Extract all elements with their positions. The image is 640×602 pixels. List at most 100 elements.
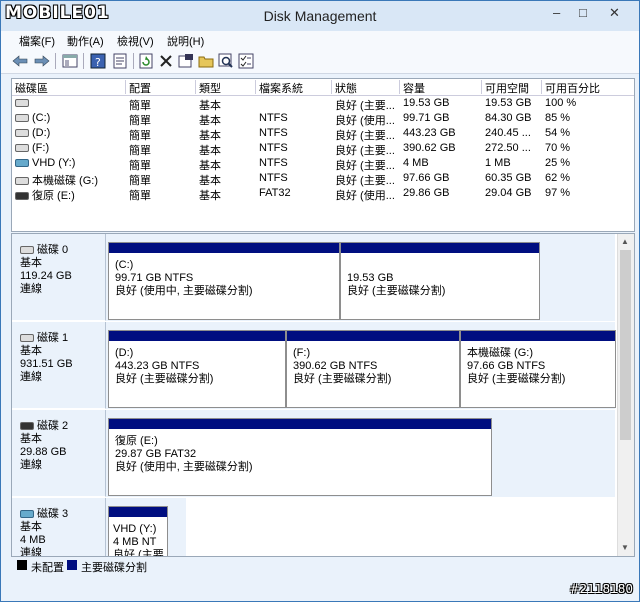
minimize-button[interactable]: – (553, 5, 560, 20)
table-row[interactable]: (C:) 簡單 基本 NTFS 良好 (使用... 99.71 GB 84.30 GB 85 … (12, 111, 634, 127)
cell-pct: 85 % (545, 112, 571, 124)
disk-icon (15, 177, 29, 186)
back-icon[interactable] (11, 52, 29, 70)
disk-icon (20, 246, 34, 255)
partition-status: 良好 (主要 (113, 549, 164, 557)
partition-status: 良好 (主要磁碟分割) (347, 285, 446, 297)
cell-free: 19.53 GB (485, 97, 532, 109)
partition-size: 390.62 GB NTFS (293, 360, 378, 372)
partition-e[interactable]: 復原 (E:) 29.87 GB FAT32 良好 (使用中, 主要磁碟分割) (108, 418, 492, 496)
disk-state: 連線 (20, 459, 42, 471)
col-header-percent-free[interactable]: 可用百分比 (542, 80, 634, 95)
table-row[interactable]: 簡單 基本 良好 (主要... 19.53 GB 19.53 GB 100 % (12, 96, 634, 112)
col-header-status[interactable]: 狀態 (332, 80, 400, 95)
cell-pct: 97 % (545, 187, 571, 199)
primary-partition-bar (109, 243, 339, 253)
help-icon[interactable]: ? (89, 52, 107, 70)
partition-f[interactable]: (F:) 390.62 GB NTFS 良好 (主要磁碟分割) (286, 330, 460, 408)
primary-partition-bar (341, 243, 539, 253)
partition-label: (D:) (115, 347, 134, 359)
partition-size: 97.66 GB NTFS (467, 360, 546, 372)
toolbar: ? (1, 49, 639, 74)
vhd-disk-icon (20, 510, 34, 519)
partition-g[interactable]: 本機磁碟 (G:) 97.66 GB NTFS 良好 (主要磁碟分割) (460, 330, 616, 408)
table-row[interactable]: VHD (Y:) 簡單 基本 NTFS 良好 (主要... 4 MB 1 MB 25 % (12, 156, 634, 172)
scroll-thumb[interactable] (620, 250, 631, 440)
disk-type: 基本 (20, 433, 42, 445)
cell-name: (F:) (15, 142, 125, 154)
close-button[interactable]: ✕ (609, 5, 620, 21)
forward-icon[interactable] (33, 52, 51, 70)
cell-free: 60.35 GB (485, 172, 532, 184)
disk-icon (20, 334, 34, 343)
disk-icon (15, 192, 29, 201)
primary-partition-bar (109, 507, 167, 517)
partition-status: 良好 (使用中, 主要磁碟分割) (115, 461, 253, 473)
partition-unlabeled[interactable]: 19.53 GB 良好 (主要磁碟分割) (340, 242, 540, 320)
console-icon[interactable] (61, 52, 79, 70)
volume-list-header: 磁碟區 配置 類型 檔案系統 狀態 容量 可用空間 可用百分比 (12, 79, 634, 96)
col-header-filesystem[interactable]: 檔案系統 (256, 80, 332, 95)
disk-size: 29.88 GB (20, 446, 67, 458)
scroll-down-icon[interactable]: ▼ (621, 543, 629, 552)
disk-management-window: MOBILE01 Disk Management – □ ✕ 檔案(F) 動作(… (0, 0, 640, 602)
scroll-up-icon[interactable]: ▲ (621, 237, 629, 246)
menu-view[interactable]: 檢視(V) (117, 33, 154, 49)
partition-status: 良好 (使用中, 主要磁碟分割) (115, 285, 253, 297)
table-row[interactable]: 本機磁碟 (G:) 簡單 基本 NTFS 良好 (主要... 97.66 GB 60.35 … (12, 171, 634, 187)
table-row[interactable]: (F:) 簡單 基本 NTFS 良好 (主要... 390.62 GB 272.50 ...… (12, 141, 634, 157)
cell-pct: 100 % (545, 97, 577, 109)
settings-icon[interactable] (177, 52, 195, 70)
disk-0-label[interactable]: 磁碟 0 基本 119.24 GB 連線 (12, 234, 106, 321)
volume-name: (C:) (32, 112, 51, 124)
disk-1-label[interactable]: 磁碟 1 基本 931.51 GB 連線 (12, 322, 106, 409)
cell-capacity: 99.71 GB (403, 112, 450, 124)
folder-open-icon[interactable] (197, 52, 215, 70)
partition-size: 4 MB NT (113, 536, 157, 548)
partition-label: (F:) (293, 347, 311, 359)
cell-free: 272.50 ... (485, 142, 531, 154)
disk-3-label[interactable]: 磁碟 3 基本 4 MB 連線 (12, 498, 106, 556)
col-header-capacity[interactable]: 容量 (400, 80, 482, 95)
vertical-scrollbar[interactable]: ▲ ▼ (617, 234, 634, 556)
cell-pct: 25 % (545, 157, 571, 169)
col-header-free[interactable]: 可用空間 (482, 80, 542, 95)
title-bar[interactable]: MOBILE01 Disk Management – □ ✕ (1, 1, 639, 31)
partition-status: 良好 (主要磁碟分割) (467, 373, 566, 385)
cell-fs: NTFS (259, 157, 288, 169)
col-header-layout[interactable]: 配置 (126, 80, 196, 95)
table-row[interactable]: 復原 (E:) 簡單 基本 FAT32 良好 (使用... 29.86 GB 29.04 G… (12, 186, 634, 202)
cell-free: 29.04 GB (485, 187, 532, 199)
partition-c[interactable]: (C:) 99.71 GB NTFS 良好 (使用中, 主要磁碟分割) (108, 242, 340, 320)
partition-y[interactable]: VHD (Y:) 4 MB NT 良好 (主要 (108, 506, 168, 557)
cell-capacity: 4 MB (403, 157, 429, 169)
cell-fs: NTFS (259, 127, 288, 139)
table-row[interactable]: (D:) 簡單 基本 NTFS 良好 (主要... 443.23 GB 240.45 ...… (12, 126, 634, 142)
cell-capacity: 443.23 GB (403, 127, 456, 139)
cell-fs: NTFS (259, 172, 288, 184)
menu-file[interactable]: 檔案(F) (19, 33, 55, 49)
partition-d[interactable]: (D:) 443.23 GB NTFS 良好 (主要磁碟分割) (108, 330, 286, 408)
checklist-icon[interactable] (237, 52, 255, 70)
partition-size: 443.23 GB NTFS (115, 360, 200, 372)
volume-name: 復原 (E:) (32, 190, 75, 202)
disk-size: 4 MB (20, 534, 46, 546)
col-header-type[interactable]: 類型 (196, 80, 256, 95)
maximize-button[interactable]: □ (579, 5, 587, 20)
usb-disk-icon (20, 422, 34, 431)
partition-label: (C:) (115, 259, 134, 271)
delete-icon[interactable] (157, 52, 175, 70)
disk-2-label[interactable]: 磁碟 2 基本 29.88 GB 連線 (12, 410, 106, 497)
magnify-icon[interactable] (217, 52, 235, 70)
cell-pct: 62 % (545, 172, 571, 184)
menu-help[interactable]: 說明(H) (167, 33, 204, 49)
col-header-volume[interactable]: 磁碟區 (12, 80, 126, 95)
cell-fs: FAT32 (259, 187, 291, 199)
refresh-icon[interactable] (137, 52, 155, 70)
legend-swatch-primary (67, 560, 77, 570)
disk-type: 基本 (20, 257, 42, 269)
cell-pct: 70 % (545, 142, 571, 154)
volume-name: (D:) (32, 127, 51, 139)
properties-icon[interactable] (111, 52, 129, 70)
menu-action[interactable]: 動作(A) (67, 33, 104, 49)
